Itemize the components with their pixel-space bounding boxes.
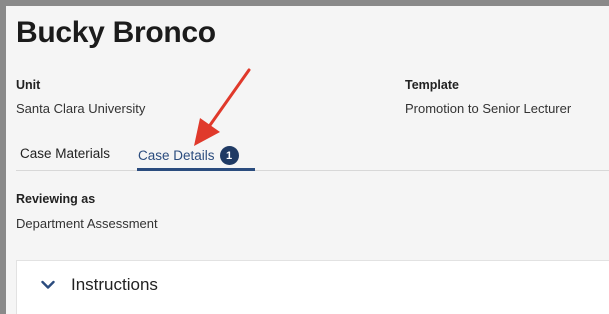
instructions-toggle[interactable]: Instructions [17, 261, 609, 309]
case-view: Bucky Bronco Unit Santa Clara University… [6, 6, 609, 314]
template-value: Promotion to Senior Lecturer [405, 101, 572, 116]
chevron-down-icon [41, 280, 55, 289]
instructions-title: Instructions [71, 275, 158, 294]
red-arrow-icon [194, 68, 251, 146]
instructions-panel: Instructions [16, 260, 609, 314]
reviewing-as-label: Reviewing as [16, 192, 96, 206]
case-tabs: Case Materials Case Details 1 [6, 140, 609, 176]
template-label: Template [405, 78, 459, 92]
unit-label: Unit [16, 78, 41, 92]
tab-case-materials-label: Case Materials [20, 146, 111, 161]
unit-value: Santa Clara University [16, 101, 146, 116]
active-tab-indicator [137, 168, 255, 171]
page-title: Bucky Bronco [16, 16, 216, 49]
reviewing-as-value: Department Assessment [16, 216, 158, 231]
tab-case-materials[interactable]: Case Materials [20, 146, 110, 161]
tabs-divider [16, 170, 609, 171]
